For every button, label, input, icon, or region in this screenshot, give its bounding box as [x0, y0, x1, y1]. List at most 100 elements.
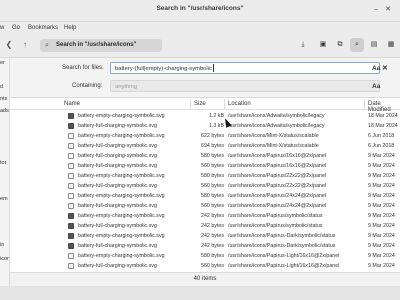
- file-icon: [68, 113, 74, 119]
- table-row[interactable]: battery-empty-charging-symbolic.svg 242 b…: [10, 211, 400, 221]
- file-name: battery-empty-charging-symbolic.svg: [78, 233, 165, 239]
- table-row[interactable]: battery-full-charging-symbolic.svg 694 by…: [10, 141, 400, 151]
- file-size: 622 bytes: [201, 133, 224, 139]
- list-view-icon[interactable]: ▤: [367, 38, 381, 52]
- file-size: 560 bytes: [201, 163, 224, 169]
- file-date: 9 Mar 2024: [368, 183, 395, 189]
- file-location: /usr/share/icons/Papirus/24x24@2x/panel: [228, 193, 327, 199]
- table-row[interactable]: battery-empty-charging-symbolic.svg 1.2 k…: [10, 111, 400, 121]
- file-size: 560 bytes: [201, 203, 224, 209]
- sidebar-item[interactable]: d: [0, 84, 3, 90]
- table-row[interactable]: battery-empty-charging-symbolic.svg 580 b…: [10, 191, 400, 201]
- column-header-location[interactable]: Location: [228, 101, 251, 107]
- file-size: 560 bytes: [201, 263, 224, 269]
- file-name: battery-full-charging-symbolic.svg: [78, 153, 157, 159]
- file-location: /usr/share/icons/Papirus-Dark/symbolic/s…: [228, 243, 336, 249]
- up-arrow-icon[interactable]: ↑: [20, 40, 30, 50]
- file-size: 1.3 kB: [208, 123, 224, 129]
- containing-placeholder: anything: [115, 84, 137, 90]
- minimize-icon[interactable]: –: [372, 6, 380, 14]
- file-date: 9 Mar 2024: [368, 153, 395, 159]
- file-date: 6 Jun 2018: [368, 143, 395, 149]
- table-row[interactable]: battery-full-charging-symbolic.svg 560 by…: [10, 261, 400, 271]
- file-name: battery-empty-charging-symbolic.svg: [78, 193, 165, 199]
- window-title: Search in "/usr/share/icons": [156, 5, 244, 12]
- menu-bookmarks[interactable]: Bookmarks: [28, 25, 58, 31]
- back-arrow-icon[interactable]: ❮: [4, 40, 14, 50]
- file-icon: [68, 263, 74, 269]
- file-location: /usr/share/icons/Mint-X/status/scalable: [228, 143, 319, 149]
- file-name: battery-full-charging-symbolic.svg: [78, 203, 157, 209]
- table-row[interactable]: battery-full-charging-symbolic.svg 1.3 kB…: [10, 121, 400, 131]
- table-row[interactable]: battery-full-charging-symbolic.svg 242 by…: [10, 241, 400, 251]
- search-toggle-icon[interactable]: ⌕: [350, 38, 364, 52]
- file-icon: [68, 243, 74, 249]
- file-name: battery-full-charging-symbolic.svg: [78, 183, 157, 189]
- new-folder-icon[interactable]: ⤓: [296, 38, 310, 52]
- file-location: /usr/share/icons/Papirus-Dark/symbolic/s…: [228, 233, 336, 239]
- file-location: /usr/share/icons/Papirus/22x22@2x/panel: [228, 183, 327, 189]
- file-size: 580 bytes: [201, 173, 224, 179]
- table-row[interactable]: battery-full-charging-symbolic.svg 580 by…: [10, 151, 400, 161]
- table-row[interactable]: battery-empty-charging-symbolic.svg 580 b…: [10, 171, 400, 181]
- file-date: 9 Mar 2024: [368, 163, 395, 169]
- file-location: /usr/share/icons/Papirus/22x22@2x/panel: [228, 173, 327, 179]
- file-icon: [68, 213, 74, 219]
- sidebar-item[interactable]: ads: [0, 108, 9, 114]
- file-name: battery-empty-charging-symbolic.svg: [78, 133, 165, 139]
- column-header-size[interactable]: Size: [194, 101, 206, 107]
- search-location-button[interactable]: ⌕ Search in "/usr/share/icons": [40, 39, 162, 52]
- clear-icon[interactable]: ✕: [382, 64, 388, 72]
- desktop-strip: [0, 286, 400, 300]
- file-location: /usr/share/icons/Papirus/symbolic/status: [228, 213, 323, 219]
- file-name: battery-full-charging-symbolic.svg: [78, 163, 157, 169]
- table-row[interactable]: battery-empty-charging-symbolic.svg 242 b…: [10, 231, 400, 241]
- table-row[interactable]: battery-full-charging-symbolic.svg 242 by…: [10, 221, 400, 231]
- file-icon: [68, 143, 74, 149]
- file-size: 242 bytes: [201, 223, 224, 229]
- case-sensitive-contents-toggle[interactable]: Aa: [372, 83, 380, 90]
- file-name: battery-empty-charging-symbolic.svg: [78, 253, 165, 259]
- sidebar: er d nts ads tor em in icons: [0, 58, 10, 290]
- file-icon: [68, 223, 74, 229]
- sidebar-item[interactable]: in: [0, 242, 4, 248]
- file-icon: [68, 183, 74, 189]
- table-row[interactable]: battery-full-charging-symbolic.svg 560 by…: [10, 181, 400, 191]
- bookmark-icon[interactable]: ⧉: [333, 38, 347, 52]
- menu-help[interactable]: Help: [64, 25, 76, 31]
- sidebar-item[interactable]: er: [0, 60, 5, 66]
- file-name: battery-full-charging-symbolic.svg: [78, 223, 157, 229]
- file-size: 580 bytes: [201, 253, 224, 259]
- case-sensitive-files-toggle[interactable]: Aa: [372, 65, 380, 72]
- search-icon: ⌕: [45, 42, 49, 49]
- file-date: 6 Jun 2018: [368, 133, 395, 139]
- results-table-header: Name Size Location Date Modified: [10, 98, 400, 113]
- file-size: 580 bytes: [201, 193, 224, 199]
- files-search-value: battery-(full|empty)-charging-symbolic: [115, 66, 212, 72]
- table-row[interactable]: battery-empty-charging-symbolic.svg 622 b…: [10, 131, 400, 141]
- sidebar-item[interactable]: nts: [0, 96, 7, 102]
- file-name: battery-full-charging-symbolic.svg: [78, 143, 157, 149]
- column-header-name[interactable]: Name: [64, 101, 80, 107]
- file-name: battery-empty-charging-symbolic.svg: [78, 213, 165, 219]
- files-search-input[interactable]: battery-(full|empty)-charging-symbolic: [110, 62, 380, 74]
- grid-view-icon[interactable]: ▦: [384, 38, 398, 52]
- containing-input[interactable]: anything: [110, 80, 380, 92]
- menu-view[interactable]: w: [0, 25, 4, 31]
- file-location: /usr/share/icons/Papirus/16x16@2x/panel: [228, 163, 327, 169]
- table-row[interactable]: battery-full-charging-symbolic.svg 560 by…: [10, 201, 400, 211]
- sidebar-item[interactable]: em: [0, 196, 8, 202]
- file-date: 18 Mar 2024: [368, 123, 398, 129]
- menu-go[interactable]: Go: [12, 25, 20, 31]
- file-size: 242 bytes: [201, 233, 224, 239]
- file-location: /usr/share/icons/Adwaita/symbolic/legacy: [228, 123, 325, 129]
- table-row[interactable]: battery-full-charging-symbolic.svg 560 by…: [10, 161, 400, 171]
- close-icon[interactable]: ✕: [384, 6, 392, 14]
- file-date: 9 Mar 2024: [368, 223, 395, 229]
- sidebar-item[interactable]: tor: [0, 160, 6, 166]
- containing-label: Containing:: [72, 83, 103, 89]
- terminal-icon[interactable]: ▣: [316, 38, 330, 52]
- sidebar-item[interactable]: icons: [0, 256, 9, 262]
- table-row[interactable]: battery-empty-charging-symbolic.svg 580 b…: [10, 251, 400, 261]
- file-icon: [68, 253, 74, 259]
